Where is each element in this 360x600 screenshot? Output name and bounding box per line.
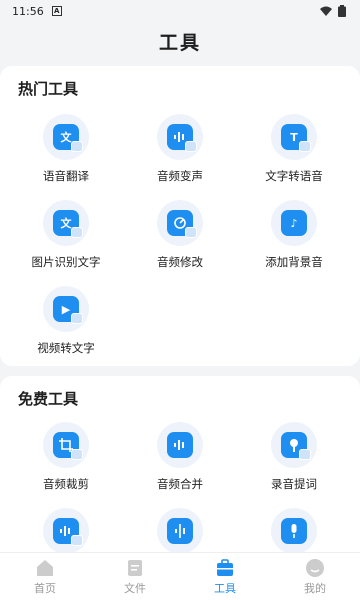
status-bar: 11:56 A	[0, 0, 360, 22]
tool-video-to-text[interactable]: ▶ 视频转文字	[6, 286, 126, 356]
voice-change-icon	[157, 114, 203, 160]
file-icon	[128, 559, 142, 576]
recording-prompter-icon	[271, 422, 317, 468]
text-to-speech-icon: T	[271, 114, 317, 160]
hot-tools-card: 热门工具 文 语音翻译 音频变声 T 文字转语音 文 图片识别文字 音频修改 ♪…	[0, 66, 360, 366]
audio-edit-icon	[157, 200, 203, 246]
tool-label: 文字转语音	[265, 169, 323, 183]
tool-voice-translate[interactable]: 文 语音翻译	[6, 114, 126, 184]
tool-audio-split[interactable]	[120, 508, 240, 554]
free-tools-title: 免费工具	[18, 390, 79, 408]
tool-label: 音频合并	[157, 477, 203, 491]
tab-tools[interactable]: 工具	[180, 553, 270, 600]
video-to-text-icon: ▶	[43, 286, 89, 332]
microphone-icon	[271, 508, 317, 554]
tool-audio-wave[interactable]	[6, 508, 126, 554]
tool-text-to-speech[interactable]: T 文字转语音	[234, 114, 354, 184]
tool-image-ocr[interactable]: 文 图片识别文字	[6, 200, 126, 270]
hot-tools-title: 热门工具	[18, 80, 79, 98]
tool-audio-edit[interactable]: 音频修改	[120, 200, 240, 270]
tool-label: 图片识别文字	[31, 255, 101, 269]
audio-split-icon	[157, 508, 203, 554]
notification-a-icon: A	[51, 6, 62, 16]
tool-label: 音频裁剪	[43, 477, 89, 491]
profile-icon	[306, 558, 324, 577]
toolbox-icon	[217, 558, 233, 576]
tab-label: 首页	[34, 581, 56, 595]
tool-voice-change[interactable]: 音频变声	[120, 114, 240, 184]
bottom-tab-bar: 首页 文件 工具 我的	[0, 552, 360, 600]
battery-icon	[338, 5, 346, 17]
tool-background-music[interactable]: ♪ 添加背景音	[234, 200, 354, 270]
tool-label: 语音翻译	[43, 169, 89, 183]
tool-label: 音频变声	[157, 169, 203, 183]
image-ocr-icon: 文	[43, 200, 89, 246]
tool-audio-merge[interactable]: 音频合并	[120, 422, 240, 492]
free-tools-card: 免费工具 音频裁剪 音频合并 录音提词	[0, 376, 360, 576]
background-music-icon: ♪	[271, 200, 317, 246]
tool-label: 添加背景音	[265, 255, 323, 269]
tool-audio-crop[interactable]: 音频裁剪	[6, 422, 126, 492]
tool-label: 录音提词	[271, 477, 317, 491]
translate-icon: 文	[43, 114, 89, 160]
tab-label: 我的	[304, 581, 326, 595]
tool-label: 视频转文字	[37, 341, 95, 355]
audio-merge-icon	[157, 422, 203, 468]
page-header: 工具	[0, 22, 360, 60]
tab-label: 文件	[124, 581, 146, 595]
wifi-icon	[320, 6, 332, 16]
home-icon	[37, 559, 53, 576]
tab-files[interactable]: 文件	[90, 553, 180, 600]
tab-profile[interactable]: 我的	[270, 553, 360, 600]
tab-label: 工具	[214, 581, 236, 595]
audio-wave-icon	[43, 508, 89, 554]
audio-crop-icon	[43, 422, 89, 468]
page-title: 工具	[158, 31, 201, 54]
tab-home[interactable]: 首页	[0, 553, 90, 600]
tool-microphone[interactable]	[234, 508, 354, 554]
status-time: 11:56	[12, 4, 44, 18]
tool-label: 音频修改	[157, 255, 203, 269]
tool-recording-prompter[interactable]: 录音提词	[234, 422, 354, 492]
